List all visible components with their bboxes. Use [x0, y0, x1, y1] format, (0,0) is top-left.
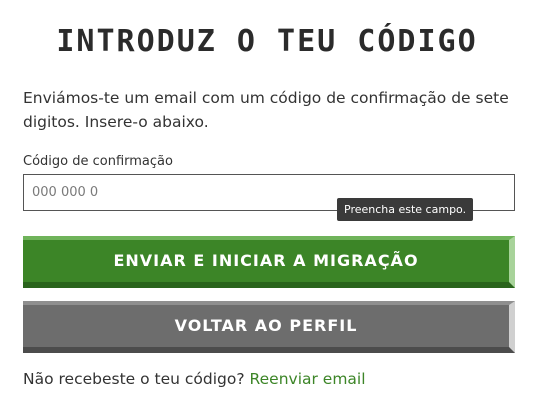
code-entry-page: INTRODUZ O TEU CÓDIGO Enviámos-te um ema… — [0, 0, 534, 413]
intro-text: Enviámos-te um email com um código de co… — [23, 89, 509, 131]
submit-migration-button[interactable]: ENVIAR E INICIAR A MIGRAÇÃO — [23, 236, 515, 288]
page-title: INTRODUZ O TEU CÓDIGO — [56, 24, 478, 59]
resend-prompt: Não recebeste o teu código? — [23, 370, 245, 388]
code-field-label: Código de confirmação — [23, 154, 173, 169]
validation-tooltip: Preencha este campo. — [337, 198, 474, 221]
resend-email-link[interactable]: Reenviar email — [250, 370, 366, 388]
resend-row: Não recebeste o teu código? Reenviar ema… — [23, 370, 366, 388]
back-to-profile-button[interactable]: VOLTAR AO PERFIL — [23, 301, 515, 353]
